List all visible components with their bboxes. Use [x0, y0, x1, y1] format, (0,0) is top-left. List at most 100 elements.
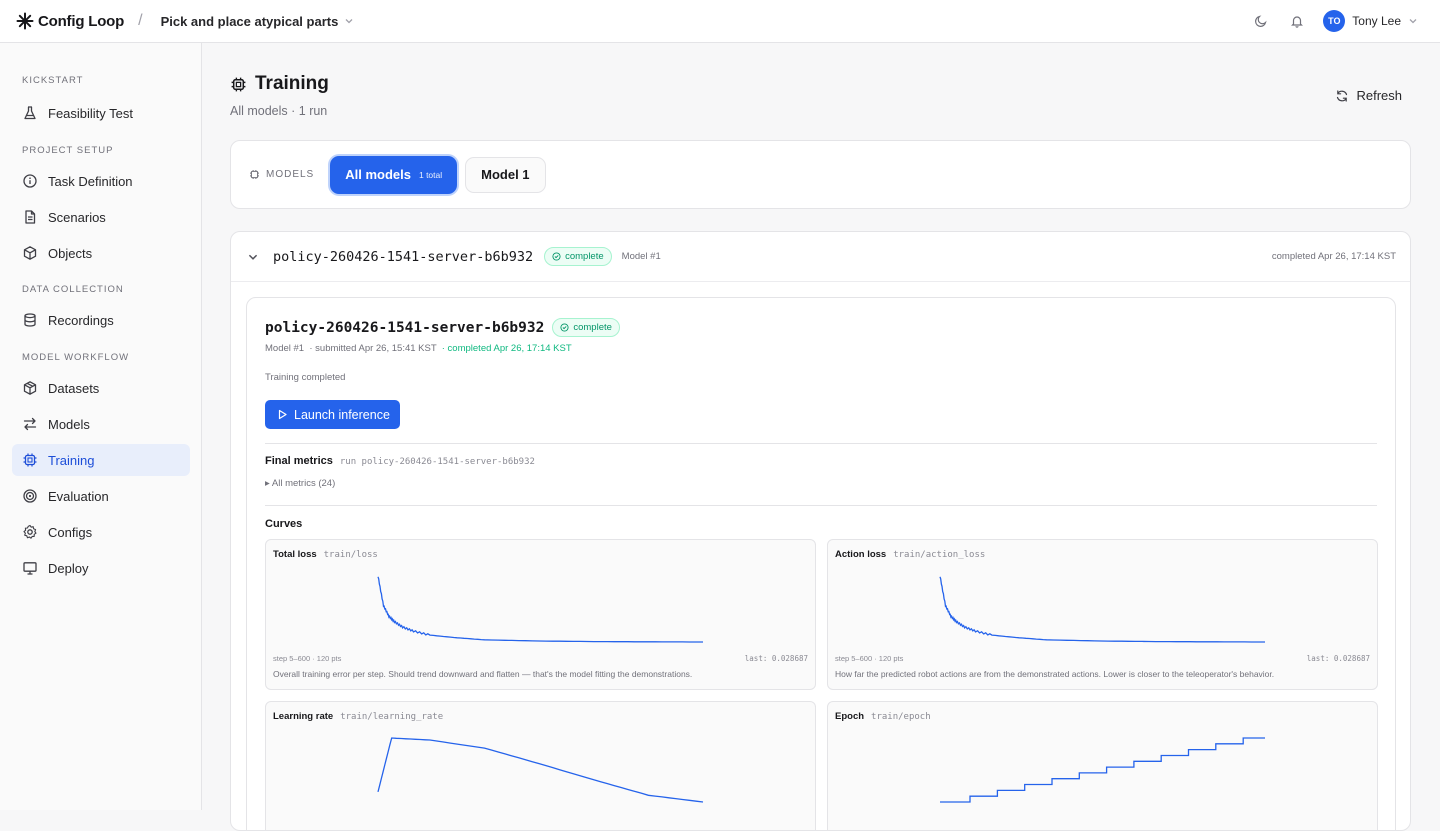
- plot-footer: step 5–600 · 120 pts last: 0.028687: [835, 654, 1370, 663]
- plot-title-text: Total loss: [273, 549, 317, 560]
- all-models-count: 1 total: [418, 169, 443, 180]
- sidebar-item-label: Recordings: [48, 312, 114, 328]
- brand-name: Config Loop: [38, 12, 125, 30]
- plot-range: step 5–600 · 120 pts: [835, 654, 904, 663]
- sidebar-item-label: Datasets: [48, 380, 100, 396]
- plot-epoch: Epoch train/epoch: [827, 701, 1378, 830]
- models-filter-card: MODELS All models 1 total Model 1: [230, 140, 1411, 209]
- plot-action-loss: Action loss train/action_loss step 5–600…: [827, 539, 1378, 690]
- main-content: Training All models · 1 run Refresh MODE…: [202, 43, 1440, 831]
- plot-description: How far the predicted robot actions are …: [835, 669, 1275, 679]
- learning-rate-line: [377, 737, 704, 803]
- project-name: Pick and place atypical parts: [160, 13, 339, 29]
- sidebar-section-kickstart: KICKSTART: [22, 75, 84, 86]
- project-switcher[interactable]: Pick and place atypical parts: [161, 14, 355, 29]
- sidebar-item-datasets[interactable]: Datasets: [12, 372, 190, 404]
- sidebar-item-models[interactable]: Models: [12, 408, 190, 440]
- status-badge: complete: [552, 318, 620, 337]
- run-card: policy-260426-1541-server-b6b932 complet…: [230, 231, 1411, 831]
- plot-title: Total loss train/loss: [273, 549, 378, 560]
- sidebar-item-configs[interactable]: Configs: [12, 516, 190, 548]
- run-name: policy-260426-1541-server-b6b932: [273, 248, 534, 265]
- theme-toggle-button[interactable]: [1251, 11, 1271, 31]
- final-metrics-label: Final metrics: [265, 455, 333, 467]
- sidebar-item-recordings[interactable]: Recordings: [12, 304, 190, 336]
- page-subtitle: All models · 1 run: [230, 104, 328, 118]
- page-header: Training All models · 1 run: [230, 73, 329, 118]
- curves-label: Curves: [265, 518, 303, 530]
- run-detail-panel: policy-260426-1541-server-b6b932 complet…: [246, 297, 1396, 830]
- chevron-down-icon: [345, 19, 353, 24]
- all-metrics-label: All metrics (24): [271, 478, 336, 489]
- sidebar-item-task-definition[interactable]: Task Definition: [12, 165, 190, 197]
- bell-icon: [1291, 16, 1304, 28]
- run-meta: Model #1 · submitted Apr 26, 15:41 KST ·…: [265, 343, 572, 354]
- sidebar-section-model-workflow: MODEL WORKFLOW: [22, 352, 130, 363]
- models-filter-label: MODELS: [249, 169, 314, 180]
- launch-inference-label: Launch inference: [294, 407, 390, 422]
- user-menu[interactable]: TO Tony Lee: [1323, 10, 1418, 32]
- sidebar: KICKSTART Feasibility Test PROJECT SETUP…: [0, 43, 202, 810]
- check-circle-icon: [560, 323, 569, 332]
- document-icon: [25, 210, 36, 224]
- plot-last: last: 0.028687: [744, 654, 808, 663]
- run-header[interactable]: policy-260426-1541-server-b6b932 complet…: [231, 232, 1410, 282]
- model-1-label: Model 1: [481, 167, 530, 182]
- run-detail-title: policy-260426-1541-server-b6b932 complet…: [265, 318, 620, 337]
- epoch-line: [940, 737, 1265, 803]
- total-loss-line: [377, 576, 703, 643]
- sidebar-item-training[interactable]: Training: [12, 444, 190, 476]
- page-title-row: Training: [230, 73, 329, 95]
- sidebar-section-project-setup: PROJECT SETUP: [22, 145, 114, 156]
- plot-range: step 5–600 · 120 pts: [273, 654, 342, 663]
- chip-icon: [250, 170, 259, 179]
- models-label-text: MODELS: [266, 169, 315, 180]
- sidebar-item-label: Task Definition: [48, 173, 133, 189]
- model-1-chip[interactable]: Model 1: [465, 156, 546, 193]
- gear-icon: [23, 524, 37, 539]
- database-icon: [24, 313, 36, 327]
- info-circle-icon: [23, 174, 37, 188]
- status-text: complete: [573, 322, 612, 333]
- brand[interactable]: Config Loop: [16, 12, 124, 30]
- plot-footer: step 5–600 · 120 pts last: 0.028687: [273, 654, 808, 663]
- sidebar-item-feasibility-test[interactable]: Feasibility Test: [12, 97, 190, 129]
- sidebar-item-objects[interactable]: Objects: [12, 237, 190, 269]
- plot-key: train/learning_rate: [340, 712, 444, 722]
- sidebar-section-data-collection: DATA COLLECTION: [22, 284, 124, 295]
- divider: [265, 505, 1377, 506]
- plot-description: Overall training error per step. Should …: [273, 669, 693, 679]
- refresh-label: Refresh: [1356, 88, 1402, 103]
- refresh-button[interactable]: Refresh: [1335, 88, 1402, 103]
- launch-inference-button[interactable]: Launch inference: [265, 400, 400, 429]
- plot-title-text: Action loss: [835, 549, 887, 560]
- plot-title: Action loss train/action_loss: [835, 549, 985, 560]
- play-icon: [278, 409, 287, 420]
- all-metrics-toggle[interactable]: ▸ All metrics (24): [265, 478, 335, 489]
- moon-icon: [1255, 15, 1267, 27]
- plot-title: Learning rate train/learning_rate: [273, 711, 443, 722]
- sidebar-item-label: Configs: [48, 524, 93, 540]
- monitor-icon: [23, 562, 37, 575]
- run-detail-name: policy-260426-1541-server-b6b932: [265, 319, 545, 336]
- sidebar-item-scenarios[interactable]: Scenarios: [12, 201, 190, 233]
- run-meta-submitted: · submitted Apr 26, 15:41 KST: [309, 343, 437, 354]
- config-loop-logo-icon: [16, 12, 34, 30]
- chevron-down-icon[interactable]: [247, 251, 259, 263]
- all-models-label: All models: [345, 167, 411, 182]
- chip-icon: [23, 453, 37, 467]
- plot-title: Epoch train/epoch: [835, 711, 931, 722]
- run-meta-completed: · completed Apr 26, 17:14 KST: [441, 343, 572, 354]
- all-models-chip[interactable]: All models 1 total: [330, 155, 458, 194]
- sidebar-item-evaluation[interactable]: Evaluation: [12, 480, 190, 512]
- flask-icon: [24, 106, 36, 120]
- sidebar-item-deploy[interactable]: Deploy: [12, 552, 190, 584]
- plot-key: train/loss: [323, 550, 378, 560]
- final-metrics-header: Final metrics run policy-260426-1541-ser…: [265, 455, 535, 467]
- notifications-button[interactable]: [1287, 11, 1307, 31]
- target-icon: [23, 489, 37, 503]
- sidebar-item-label: Scenarios: [48, 209, 106, 225]
- plot-total-loss: Total loss train/loss step 5–600 · 120 p…: [265, 539, 816, 690]
- sidebar-item-label: Evaluation: [48, 488, 109, 504]
- plot-title-text: Learning rate: [273, 711, 334, 722]
